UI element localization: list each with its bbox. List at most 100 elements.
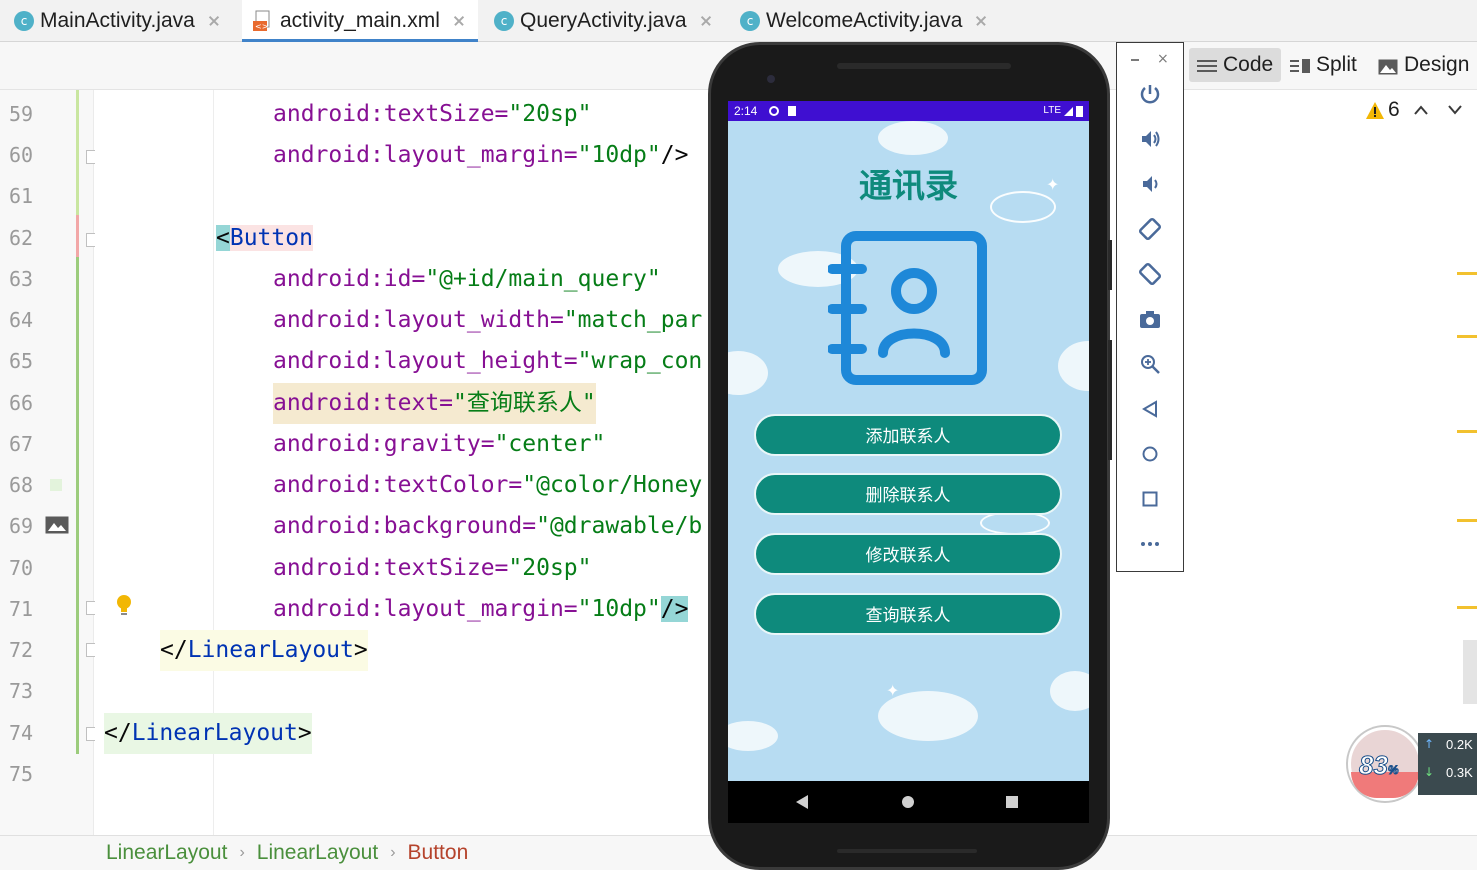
breadcrumb-item[interactable]: LinearLayout [257, 841, 378, 865]
memory-usage-ball: 83% [1348, 727, 1422, 801]
line-number-gutter: 59 60 61 62 63 64 65 66 67 68 69 70 71 7… [0, 90, 100, 835]
overview-icon[interactable] [1137, 486, 1163, 512]
line-number: 63 [9, 267, 34, 291]
network-speed-widget[interactable]: 83% ↑ 0.2K ↓ 0.3K [1348, 727, 1477, 801]
code-line-69: android:background="@drawable/b [273, 513, 703, 539]
line-number: 62 [9, 226, 34, 250]
tab-activity-main-xml[interactable]: <> activity_main.xml [242, 0, 478, 42]
front-camera-icon [767, 75, 775, 83]
cloud-decoration [878, 121, 948, 155]
download-speed: 0.3 [1446, 765, 1465, 780]
code-line-70: android:textSize="20sp" [273, 555, 592, 581]
tab-label: WelcomeActivity.java [766, 9, 963, 32]
close-icon[interactable] [205, 12, 223, 30]
code-line-62: <Button [216, 225, 313, 251]
code-line-71: android:layout_margin="10dp"/> [273, 596, 689, 622]
tab-welcomeactivity[interactable]: c WelcomeActivity.java [740, 0, 990, 42]
code-line-65: android:layout_height="wrap_con [273, 348, 703, 374]
line-number: 74 [9, 721, 34, 745]
more-icon[interactable] [1137, 531, 1163, 557]
class-icon: c [494, 11, 514, 31]
class-icon: c [14, 11, 34, 31]
close-icon[interactable]: × [1157, 51, 1169, 67]
rotate-left-icon[interactable] [1137, 216, 1163, 242]
scrollbar-thumb[interactable] [1463, 640, 1477, 704]
edit-contact-button[interactable]: 修改联系人 [754, 533, 1062, 575]
line-number: 65 [9, 349, 34, 373]
delete-contact-button[interactable]: 删除联系人 [754, 473, 1062, 515]
query-contact-button[interactable]: 查询联系人 [754, 593, 1062, 635]
split-view-button[interactable]: Split [1282, 48, 1365, 82]
line-number: 73 [9, 679, 34, 703]
nav-overview-icon[interactable] [1006, 796, 1018, 808]
breadcrumb-item[interactable]: Button [408, 841, 469, 865]
line-number: 66 [9, 391, 34, 415]
previous-highlight-icon[interactable] [1413, 105, 1428, 115]
tab-label: activity_main.xml [280, 9, 440, 32]
cloud-decoration [1050, 671, 1089, 711]
nav-home-icon[interactable] [902, 796, 914, 808]
line-number: 75 [9, 762, 34, 786]
warning-count: 6 [1388, 98, 1400, 121]
split-view-icon [1290, 57, 1310, 73]
volume-down-icon[interactable] [1137, 171, 1163, 197]
emulator-controls-panel: × [1116, 42, 1184, 572]
error-stripe-marker[interactable] [1457, 606, 1477, 609]
screenshot-icon[interactable] [1137, 306, 1163, 332]
status-bar: 2:14 LTE [728, 101, 1089, 121]
add-contact-button[interactable]: 添加联系人 [754, 414, 1062, 456]
upload-arrow-icon: ↑ [1424, 737, 1435, 751]
chevron-right-icon: › [390, 844, 396, 861]
tab-queryactivity[interactable]: c QueryActivity.java [494, 0, 715, 42]
back-icon[interactable] [1137, 396, 1163, 422]
error-stripe-marker[interactable] [1457, 335, 1477, 338]
lte-indicator: LTE [1043, 105, 1061, 116]
error-stripe-marker[interactable] [1457, 272, 1477, 275]
volume-keys[interactable] [1108, 340, 1112, 460]
power-icon[interactable] [1137, 81, 1163, 107]
data-saver-icon [768, 106, 779, 116]
image-preview-icon [45, 516, 69, 534]
zoom-icon[interactable] [1137, 351, 1163, 377]
tab-mainactivity[interactable]: c MainActivity.java [14, 0, 223, 42]
volume-up-icon[interactable] [1137, 126, 1163, 152]
error-stripe-marker[interactable] [1457, 519, 1477, 522]
design-view-button[interactable]: Design [1370, 48, 1477, 82]
vcs-change-marker [76, 90, 79, 215]
line-number: 60 [9, 143, 34, 167]
star-decoration-icon: ✦ [886, 681, 900, 700]
line-number: 69 [9, 514, 34, 538]
memory-percent: 83% [1359, 750, 1400, 781]
rotate-right-icon[interactable] [1137, 261, 1163, 287]
power-key[interactable] [1108, 240, 1112, 290]
home-icon[interactable] [1137, 441, 1163, 467]
svg-text:<>: <> [255, 22, 268, 31]
close-icon[interactable] [697, 12, 715, 30]
next-highlight-icon[interactable] [1447, 105, 1462, 115]
code-view-icon [1197, 57, 1217, 73]
nav-back-icon[interactable] [796, 795, 808, 809]
xml-file-icon: <> [252, 10, 274, 32]
status-time: 2:14 [734, 104, 758, 118]
navigation-bar [728, 781, 1089, 823]
line-number: 70 [9, 556, 34, 580]
line-number: 67 [9, 432, 34, 456]
warning-icon [1366, 101, 1384, 119]
line-number: 72 [9, 638, 34, 662]
breadcrumb-item[interactable]: LinearLayout [106, 841, 227, 865]
cloud-decoration [728, 721, 778, 751]
lightbulb-icon[interactable] [115, 594, 133, 616]
emulator-screen[interactable]: ✦ ✦ 2:14 LTE 通讯录 添加联系人 删除联系人 修改联系人 查询联系人 [728, 101, 1089, 781]
close-icon[interactable] [450, 12, 468, 30]
code-view-button[interactable]: Code [1189, 48, 1282, 82]
line-number: 71 [9, 597, 34, 621]
error-stripe-marker[interactable] [1457, 430, 1477, 433]
contacts-book-icon [827, 229, 988, 389]
code-line-64: android:layout_width="match_par [273, 307, 703, 333]
minimize-icon[interactable] [1131, 59, 1139, 61]
inspection-widget[interactable]: 6 [1366, 98, 1462, 122]
chevron-right-icon: › [239, 844, 245, 861]
close-icon[interactable] [972, 12, 990, 30]
editor-tab-bar: c MainActivity.java <> activity_main.xml… [0, 0, 1477, 42]
code-line-59: android:textSize="20sp" [273, 101, 592, 127]
